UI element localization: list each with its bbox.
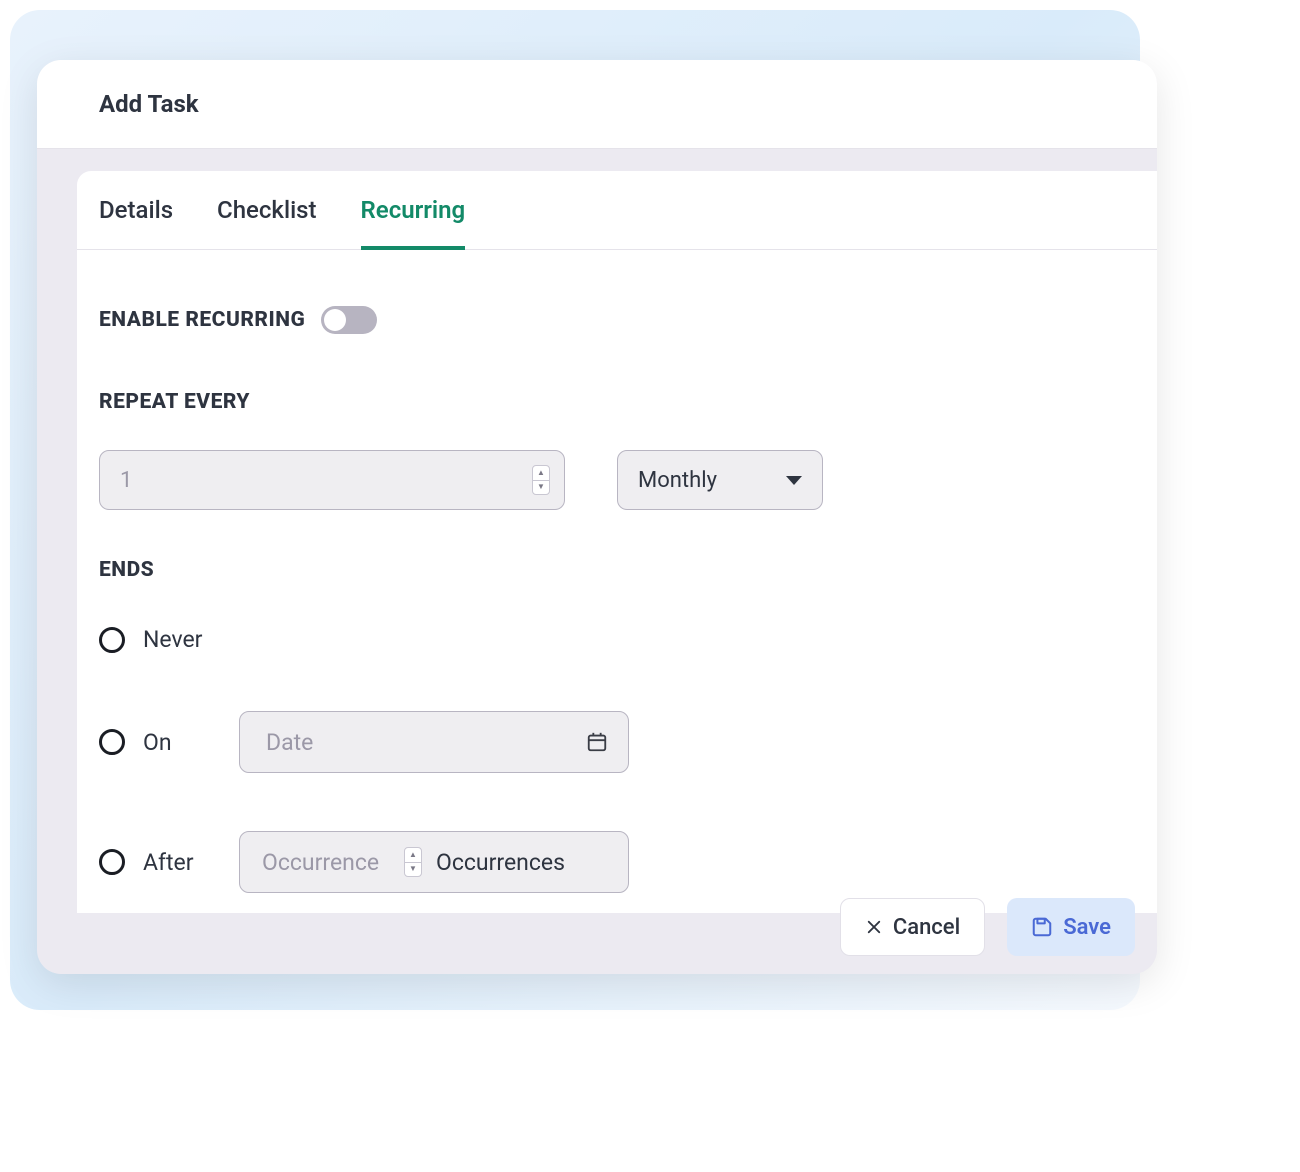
ends-label: ENDS [99, 558, 1135, 582]
toggle-knob [324, 309, 346, 331]
ends-never-label: Never [143, 626, 239, 653]
cancel-label: Cancel [893, 915, 960, 940]
interval-stepper[interactable]: ▲ ▼ [532, 465, 550, 495]
repeat-unit-value: Monthly [638, 468, 717, 493]
ends-after-row: After Occurrence ▲ ▼ Occurrences [99, 831, 1135, 893]
tab-details[interactable]: Details [99, 196, 173, 250]
modal-footer: Cancel Save [840, 898, 1135, 956]
ends-never-radio[interactable] [99, 627, 125, 653]
repeat-interval-value: 1 [120, 468, 132, 493]
date-placeholder: Date [266, 729, 313, 756]
repeat-interval-input[interactable]: 1 ▲ ▼ [99, 450, 565, 510]
repeat-unit-select[interactable]: Monthly [617, 450, 823, 510]
occurrence-placeholder: Occurrence [262, 849, 402, 876]
ends-on-label: On [143, 729, 239, 756]
ends-options: Never On Date [99, 626, 1135, 893]
repeat-row: 1 ▲ ▼ Monthly [99, 450, 1135, 510]
enable-recurring-toggle[interactable] [321, 306, 377, 334]
calendar-icon [586, 731, 608, 753]
stepper-down-icon[interactable]: ▼ [533, 481, 549, 495]
occurrence-stepper[interactable]: ▲ ▼ [404, 847, 422, 877]
save-button[interactable]: Save [1007, 898, 1135, 956]
modal-body: Details Checklist Recurring ENABLE RECUR… [37, 149, 1157, 913]
ends-on-radio[interactable] [99, 729, 125, 755]
tab-checklist[interactable]: Checklist [217, 196, 316, 250]
repeat-every-label: REPEAT EVERY [99, 390, 1135, 414]
tab-bar: Details Checklist Recurring [77, 171, 1157, 250]
tab-recurring[interactable]: Recurring [361, 196, 466, 250]
ends-after-label: After [143, 849, 239, 876]
enable-recurring-row: ENABLE RECURRING [99, 306, 1135, 334]
save-label: Save [1063, 915, 1111, 940]
ends-on-date-input[interactable]: Date [239, 711, 629, 773]
save-icon [1031, 916, 1053, 938]
close-icon [865, 918, 883, 936]
stepper-up-icon[interactable]: ▲ [405, 848, 421, 863]
add-task-modal: Add Task Details Checklist Recurring ENA… [37, 60, 1157, 974]
stepper-down-icon[interactable]: ▼ [405, 863, 421, 877]
occurrence-suffix: Occurrences [436, 849, 565, 876]
recurring-form: ENABLE RECURRING REPEAT EVERY 1 ▲ ▼ [77, 250, 1157, 913]
modal-title: Add Task [99, 90, 1095, 118]
cancel-button[interactable]: Cancel [840, 898, 985, 956]
ends-on-row: On Date [99, 711, 1135, 773]
chevron-down-icon [786, 476, 802, 485]
tab-panel: Details Checklist Recurring ENABLE RECUR… [77, 171, 1157, 913]
ends-never-row: Never [99, 626, 1135, 653]
modal-header: Add Task [37, 60, 1157, 149]
ends-after-occurrence-input[interactable]: Occurrence ▲ ▼ Occurrences [239, 831, 629, 893]
enable-recurring-label: ENABLE RECURRING [99, 308, 305, 332]
repeat-section: REPEAT EVERY 1 ▲ ▼ Monthly [99, 390, 1135, 510]
stepper-up-icon[interactable]: ▲ [533, 466, 549, 481]
ends-section: ENDS Never On Date [99, 558, 1135, 893]
ends-after-radio[interactable] [99, 849, 125, 875]
